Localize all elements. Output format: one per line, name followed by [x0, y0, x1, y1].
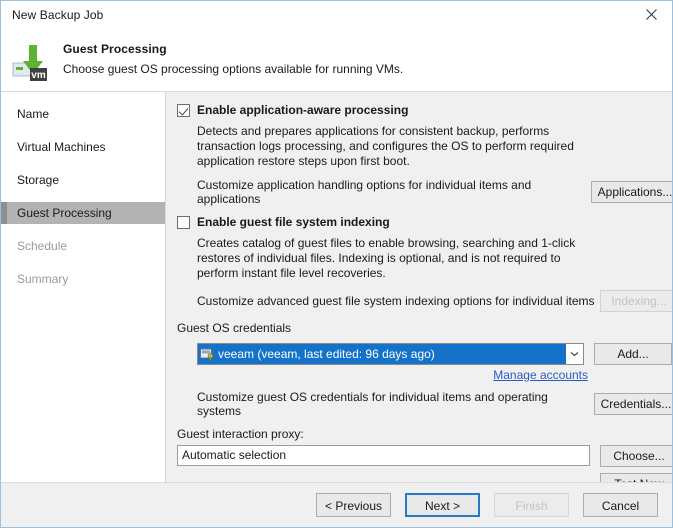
credentials-selected-value: veeam (veeam, last edited: 96 days ago) — [218, 347, 435, 361]
guest-interaction-proxy-label: Guest interaction proxy: — [177, 427, 304, 441]
credential-icon — [200, 348, 214, 361]
app-aware-label: Enable application-aware processing — [197, 103, 409, 117]
credentials-customize-text: Customize guest OS credentials for indiv… — [197, 390, 548, 418]
sidebar-item-summary[interactable]: Summary — [1, 268, 165, 290]
dialog-footer: < Previous Next > Finish Cancel — [1, 482, 672, 527]
manage-accounts-link[interactable]: Manage accounts — [493, 368, 588, 382]
vm-backup-icon: vm — [1, 37, 63, 85]
new-backup-job-dialog: New Backup Job vm Guest Processing Choos… — [0, 0, 673, 528]
sidebar-item-guest-processing[interactable]: Guest Processing — [1, 202, 165, 224]
credentials-customize-row: Customize guest OS credentials for indiv… — [177, 390, 672, 418]
add-credentials-button[interactable]: Add... — [594, 343, 672, 365]
page-title: Guest Processing — [63, 42, 167, 56]
sidebar-item-name[interactable]: Name — [1, 103, 165, 125]
vm-backup-glyph: vm — [12, 45, 47, 81]
credentials-dropdown[interactable]: veeam (veeam, last edited: 96 days ago) — [197, 343, 584, 365]
indexing-checkbox[interactable] — [177, 216, 190, 229]
credentials-selected-value-wrap: veeam (veeam, last edited: 96 days ago) — [198, 344, 566, 364]
sidebar-item-storage[interactable]: Storage — [1, 169, 165, 191]
sidebar-item-virtual-machines[interactable]: Virtual Machines — [1, 136, 165, 158]
indexing-customize-row: Customize advanced guest file system ind… — [177, 290, 672, 312]
indexing-description: Creates catalog of guest files to enable… — [197, 236, 576, 280]
guest-os-credentials-label: Guest OS credentials — [177, 321, 292, 335]
app-aware-customize-row: Customize application handling options f… — [177, 178, 672, 206]
cancel-button[interactable]: Cancel — [583, 493, 658, 517]
close-glyph — [645, 9, 657, 20]
app-aware-checkbox-row[interactable]: Enable application-aware processing — [177, 103, 672, 118]
next-button[interactable]: Next > — [405, 493, 480, 517]
window-title: New Backup Job — [12, 7, 104, 22]
page-subtitle: Choose guest OS processing options avail… — [63, 62, 404, 76]
previous-button[interactable]: < Previous — [316, 493, 391, 517]
sidebar-item-schedule[interactable]: Schedule — [1, 235, 165, 257]
indexing-button: Indexing... — [600, 290, 672, 312]
guest-processing-panel: Enable application-aware processing Dete… — [166, 92, 672, 495]
choose-proxy-button[interactable]: Choose... — [600, 445, 672, 467]
dialog-body: Name Virtual Machines Storage Guest Proc… — [1, 92, 672, 495]
app-aware-checkbox[interactable] — [177, 104, 190, 117]
manage-accounts-row: Manage accounts — [177, 368, 672, 382]
indexing-checkbox-row[interactable]: Enable guest file system indexing — [177, 215, 672, 230]
guest-interaction-proxy-field[interactable]: Automatic selection — [177, 445, 590, 466]
title-bar: New Backup Job — [1, 1, 672, 29]
chevron-down-icon[interactable] — [566, 344, 583, 364]
applications-button[interactable]: Applications... — [590, 181, 672, 203]
finish-button: Finish — [494, 493, 569, 517]
chevron-down-glyph — [570, 352, 579, 357]
close-icon[interactable] — [630, 1, 672, 28]
app-aware-customize-text: Customize application handling options f… — [197, 178, 532, 206]
dialog-header: vm Guest Processing Choose guest OS proc… — [1, 29, 672, 92]
indexing-customize-text: Customize advanced guest file system ind… — [197, 294, 595, 308]
credentials-button[interactable]: Credentials... — [593, 393, 672, 415]
credentials-combo-row: veeam (veeam, last edited: 96 days ago) … — [177, 343, 672, 365]
app-aware-description: Detects and prepares applications for co… — [197, 124, 574, 168]
svg-text:vm: vm — [31, 70, 46, 81]
wizard-steps-sidebar: Name Virtual Machines Storage Guest Proc… — [1, 92, 166, 482]
indexing-label: Enable guest file system indexing — [197, 215, 390, 229]
